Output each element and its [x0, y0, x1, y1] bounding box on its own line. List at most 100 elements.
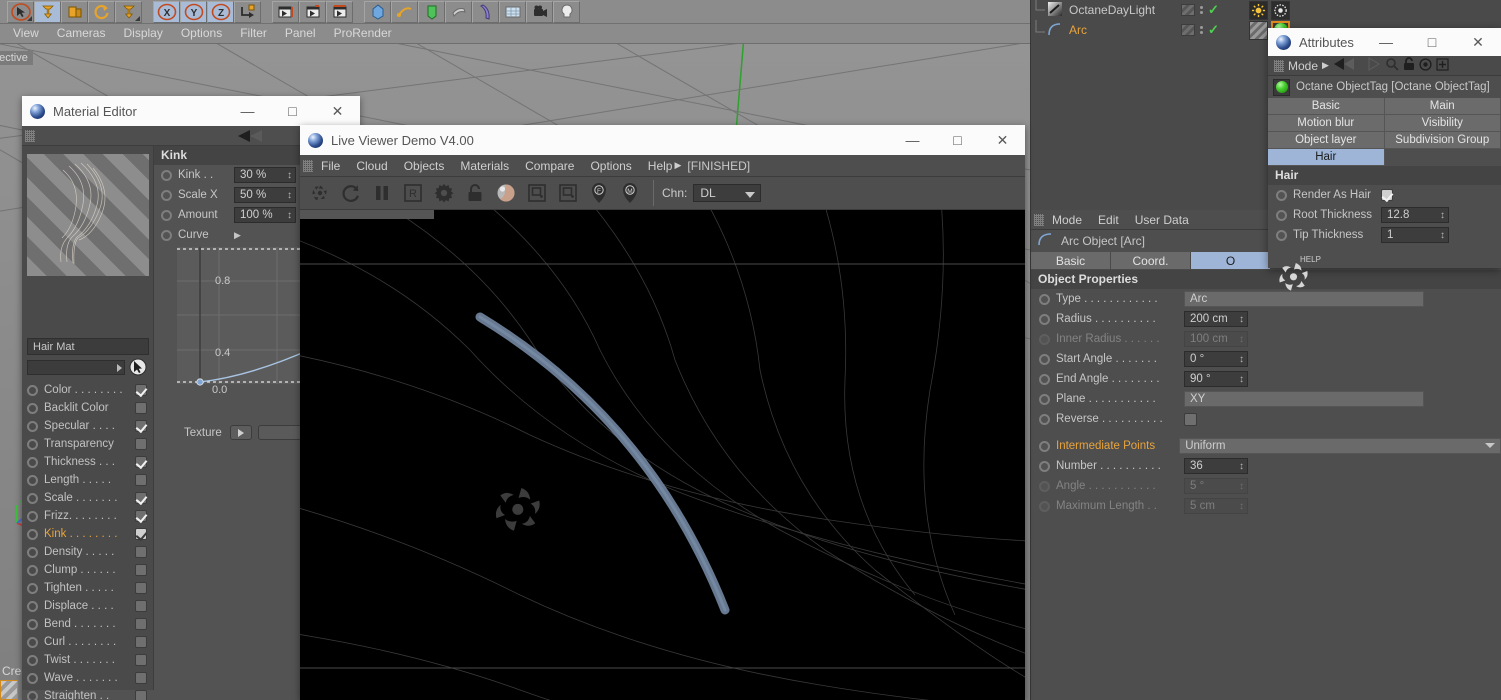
channel-toggle-dot[interactable]: [27, 493, 38, 504]
channel-toggle-dot[interactable]: [27, 637, 38, 648]
param-toggle-dot[interactable]: [1039, 441, 1050, 452]
channel-toggle-dot[interactable]: [27, 439, 38, 450]
lv-minimize-button[interactable]: —: [890, 125, 935, 155]
lv-menu-materials[interactable]: Materials: [452, 159, 517, 173]
channel-row[interactable]: Wave . . . . . . .: [25, 669, 153, 687]
scalex-value-field[interactable]: 50 %: [234, 187, 296, 203]
add-panel-icon[interactable]: [1436, 58, 1449, 74]
toolbar-group-axes[interactable]: X Y Z: [153, 1, 261, 23]
channel-toggle-dot[interactable]: [27, 601, 38, 612]
prop-row-radius[interactable]: Radius . . . . . . . . . . 200 cm: [1031, 309, 1501, 329]
attributes-tabs[interactable]: Basic Main Motion blur Visibility Object…: [1268, 98, 1501, 166]
toolbar-group-render[interactable]: [272, 1, 353, 23]
channel-checkbox[interactable]: [135, 654, 147, 666]
live-viewer-toolbar[interactable]: R F M Chn:: [300, 177, 1025, 210]
menu-prorender[interactable]: ProRender: [325, 24, 401, 43]
back-arrow-icon[interactable]: [236, 128, 274, 147]
material-picker-icon[interactable]: [127, 358, 149, 376]
focus-pin-icon[interactable]: F: [583, 178, 614, 208]
enabled-check-icon[interactable]: ✓: [1208, 2, 1219, 18]
scale-tool-icon[interactable]: [61, 1, 88, 23]
prop-row-plane[interactable]: Plane . . . . . . . . . . . XY: [1031, 389, 1501, 409]
material-preview[interactable]: [27, 154, 149, 276]
octane-render-icon[interactable]: [304, 178, 335, 208]
kink-value-field[interactable]: 30 %: [234, 167, 296, 183]
am-menu-mode[interactable]: Mode: [1044, 213, 1090, 227]
move-tool-icon[interactable]: [34, 1, 61, 23]
channel-row[interactable]: Straighten . .: [25, 687, 153, 700]
lv-maximize-button[interactable]: □: [935, 125, 980, 155]
param-toggle-dot[interactable]: [1039, 394, 1050, 405]
tab-object[interactable]: O: [1191, 252, 1271, 270]
channel-toggle-dot[interactable]: [27, 511, 38, 522]
channel-checkbox[interactable]: [135, 384, 147, 396]
channel-checkbox[interactable]: [135, 672, 147, 684]
channel-row[interactable]: Color . . . . . . . .: [25, 381, 153, 399]
deformer-icon[interactable]: [445, 1, 472, 23]
channel-row[interactable]: Specular . . . .: [25, 417, 153, 435]
aw-tab-subdivision-group[interactable]: Subdivision Group: [1385, 132, 1501, 149]
select-tool-icon[interactable]: [7, 1, 34, 23]
move-tool-alt-icon[interactable]: [115, 1, 142, 23]
channel-row[interactable]: Tighten . . . . .: [25, 579, 153, 597]
aw-minimize-button[interactable]: —: [1363, 28, 1409, 56]
lock-icon[interactable]: [459, 178, 490, 208]
param-toggle-dot[interactable]: [1276, 190, 1287, 201]
lv-menu-compare[interactable]: Compare: [517, 159, 582, 173]
param-toggle-dot[interactable]: [1039, 414, 1050, 425]
enabled-check-icon[interactable]: ✓: [1208, 22, 1219, 38]
attributes-object-line[interactable]: Octane ObjectTag [Octane ObjectTag]: [1268, 76, 1501, 98]
lv-menu-help[interactable]: Help: [640, 159, 675, 173]
live-viewer-window[interactable]: Live Viewer Demo V4.00 — □ ✕ File Cloud …: [300, 125, 1025, 700]
axis-z-icon[interactable]: Z: [207, 1, 234, 23]
channel-list[interactable]: Color . . . . . . . . Backlit Color Spec…: [25, 381, 153, 700]
restart-render-icon[interactable]: [335, 178, 366, 208]
channel-checkbox[interactable]: [135, 618, 147, 630]
am-menu-edit[interactable]: Edit: [1090, 213, 1127, 227]
param-toggle-dot[interactable]: [161, 230, 172, 241]
forward-nav-icon[interactable]: [1365, 57, 1381, 74]
tab-coord[interactable]: Coord.: [1111, 252, 1191, 270]
render-view-icon[interactable]: [272, 1, 299, 23]
channel-checkbox[interactable]: [135, 636, 147, 648]
lv-close-button[interactable]: ✕: [980, 125, 1025, 155]
attributes-toolbar[interactable]: Mode ▶: [1268, 56, 1501, 76]
prop-row-type[interactable]: Type . . . . . . . . . . . . Arc: [1031, 289, 1501, 309]
object-layer-swatch[interactable]: [1181, 24, 1195, 36]
channel-checkbox[interactable]: [135, 600, 147, 612]
channel-toggle-dot[interactable]: [27, 673, 38, 684]
channel-checkbox[interactable]: [135, 474, 147, 486]
channel-toggle-dot[interactable]: [27, 655, 38, 666]
channel-row[interactable]: Density . . . . .: [25, 543, 153, 561]
lv-panel-grip-icon[interactable]: [303, 160, 313, 172]
channel-row[interactable]: Curl . . . . . . . .: [25, 633, 153, 651]
channel-row[interactable]: Transparency: [25, 435, 153, 453]
object-layer-swatch[interactable]: [1181, 4, 1195, 16]
maximize-button[interactable]: □: [270, 96, 315, 126]
tip-thickness-field[interactable]: 1: [1381, 227, 1449, 243]
channel-checkbox[interactable]: [135, 546, 147, 558]
lv-menu-options[interactable]: Options: [582, 159, 639, 173]
hair-row-render-as-hair[interactable]: Render As Hair: [1268, 185, 1501, 205]
back-nav-icon[interactable]: [1333, 57, 1361, 74]
channel-toggle-dot[interactable]: [27, 457, 38, 468]
param-toggle-dot[interactable]: [1039, 374, 1050, 385]
hair-row-root-thickness[interactable]: Root Thickness 12.8: [1268, 205, 1501, 225]
object-visibility-controls[interactable]: ✓: [1181, 2, 1219, 18]
material-link-field[interactable]: [27, 360, 125, 375]
target-icon[interactable]: [1419, 58, 1432, 74]
settings-gear-icon[interactable]: [428, 178, 459, 208]
amount-value-field[interactable]: 100 %: [234, 207, 296, 223]
param-toggle-dot[interactable]: [1276, 230, 1287, 241]
panel-grip-icon[interactable]: [25, 130, 35, 142]
minimize-button[interactable]: —: [225, 96, 270, 126]
menu-cameras[interactable]: Cameras: [48, 24, 115, 43]
channel-row[interactable]: Backlit Color: [25, 399, 153, 417]
aw-tab-basic[interactable]: Basic: [1268, 98, 1385, 115]
axis-x-icon[interactable]: X: [153, 1, 180, 23]
material-swatch[interactable]: [0, 680, 18, 700]
toolbar-group-tools[interactable]: [7, 1, 142, 23]
lock-icon[interactable]: [1403, 57, 1415, 74]
channel-row[interactable]: Displace . . . .: [25, 597, 153, 615]
channel-checkbox[interactable]: [135, 402, 147, 414]
